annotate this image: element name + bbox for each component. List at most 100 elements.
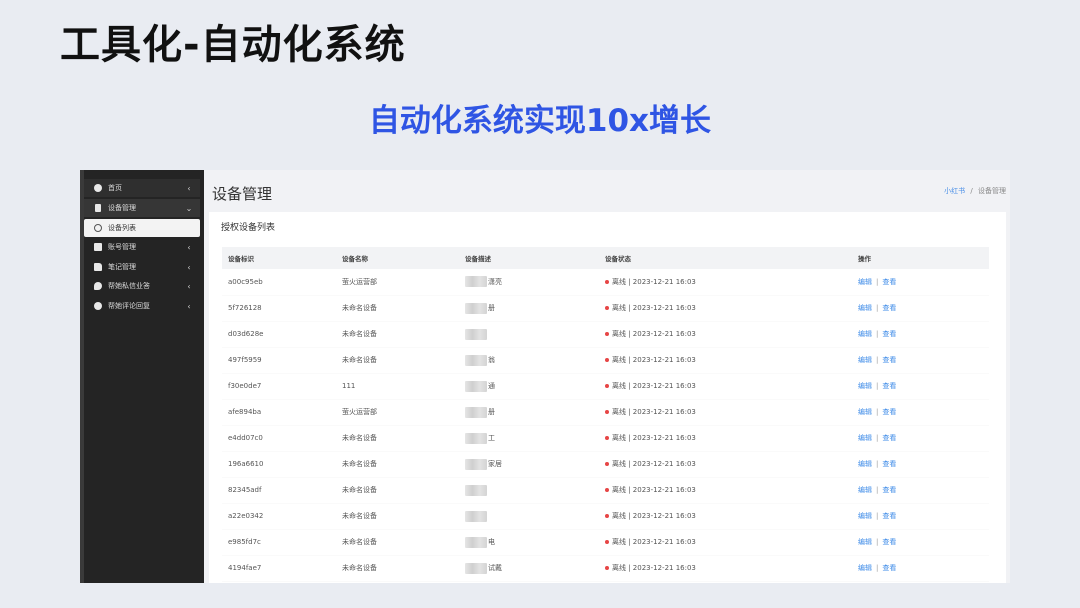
- device-desc-text: 翁: [488, 356, 495, 364]
- status-text: 离线 | 2023-12-21 16:03: [612, 460, 696, 468]
- status-dot-icon: [605, 358, 609, 362]
- column-header-device-status: 设备状态: [599, 247, 852, 269]
- action-separator: |: [876, 330, 879, 338]
- cell-device-name: 未命名设备: [336, 451, 459, 478]
- cell-device-name: 未命名设备: [336, 477, 459, 504]
- sidebar-item-home[interactable]: 首页 ‹: [84, 179, 200, 197]
- sidebar-item-account-management[interactable]: 账号管理 ‹: [84, 238, 200, 256]
- view-link[interactable]: 查看: [882, 304, 896, 312]
- table-row: 4194fae7 未命名设备 试戴 离线 | 2023-12-21 16:03 编辑 | 查…: [222, 555, 989, 582]
- cell-device-id: 5f726128: [222, 295, 336, 322]
- edit-link[interactable]: 编辑: [858, 564, 872, 572]
- status-text: 离线 | 2023-12-21 16:03: [612, 356, 696, 364]
- breadcrumb: 小红书 / 设备管理: [944, 186, 1006, 196]
- sidebar-item-device-list[interactable]: 设备列表: [84, 219, 200, 237]
- sidebar-item-note-management[interactable]: 笔记管理 ‹: [84, 258, 200, 276]
- view-link[interactable]: 查看: [882, 434, 896, 442]
- cell-device-desc: [459, 503, 599, 530]
- chevron-left-icon: ‹: [187, 183, 191, 193]
- table-row: a22e0342 未命名设备 离线 | 2023-12-21 16:03 编辑 | 查看: [222, 503, 989, 530]
- view-link[interactable]: 查看: [882, 460, 896, 468]
- edit-link[interactable]: 编辑: [858, 538, 872, 546]
- cell-device-status: 离线 | 2023-12-21 16:03: [599, 321, 852, 348]
- cell-actions: 编辑 | 查看: [852, 555, 989, 582]
- view-link[interactable]: 查看: [882, 512, 896, 520]
- view-link[interactable]: 查看: [882, 538, 896, 546]
- cell-device-name: 未命名设备: [336, 529, 459, 556]
- sidebar-item-private-message[interactable]: 帮她私信业答 ‹: [84, 277, 200, 295]
- cell-device-status: 离线 | 2023-12-21 16:03: [599, 269, 852, 296]
- cell-device-desc: 册: [459, 295, 599, 322]
- account-icon: [94, 243, 102, 251]
- cell-actions: 编辑 | 查看: [852, 503, 989, 530]
- sidebar-item-label: 帮她评论回复: [108, 302, 150, 310]
- status-dot-icon: [605, 436, 609, 440]
- status-text: 离线 | 2023-12-21 16:03: [612, 512, 696, 520]
- view-link[interactable]: 查看: [882, 330, 896, 338]
- cell-device-desc: 家居: [459, 451, 599, 478]
- edit-link[interactable]: 编辑: [858, 356, 872, 364]
- edit-link[interactable]: 编辑: [858, 304, 872, 312]
- edit-link[interactable]: 编辑: [858, 434, 872, 442]
- chevron-left-icon: ‹: [187, 242, 191, 252]
- view-link[interactable]: 查看: [882, 278, 896, 286]
- cell-actions: 编辑 | 查看: [852, 451, 989, 478]
- column-header-device-desc: 设备描述: [459, 247, 599, 269]
- cell-device-id: a00c95eb: [222, 269, 336, 296]
- status-dot-icon: [605, 410, 609, 414]
- cell-device-desc: 翁: [459, 347, 599, 374]
- cell-device-id: 196a6610: [222, 451, 336, 478]
- sidebar-item-device-management[interactable]: 设备管理 ⌄: [84, 199, 200, 217]
- status-dot-icon: [605, 566, 609, 570]
- edit-link[interactable]: 编辑: [858, 512, 872, 520]
- edit-link[interactable]: 编辑: [858, 408, 872, 416]
- action-separator: |: [876, 460, 879, 468]
- sidebar-item-comment-reply[interactable]: 帮她评论回复 ‹: [84, 297, 200, 315]
- edit-link[interactable]: 编辑: [858, 382, 872, 390]
- table-row: 5f726128 未命名设备 册 离线 | 2023-12-21 16:03 编辑 | 查看: [222, 295, 989, 322]
- sidebar-item-label: 设备管理: [108, 204, 136, 212]
- cell-device-status: 离线 | 2023-12-21 16:03: [599, 373, 852, 400]
- cell-actions: 编辑 | 查看: [852, 347, 989, 374]
- device-desc-text: 试戴: [488, 564, 502, 572]
- sidebar: 首页 ‹ 设备管理 ⌄ 设备列表 账号管理 ‹ 笔记管理 ‹ 帮她私信业答 ‹: [80, 170, 204, 583]
- status-text: 离线 | 2023-12-21 16:03: [612, 408, 696, 416]
- breadcrumb-home-link[interactable]: 小红书: [944, 187, 965, 195]
- action-separator: |: [876, 408, 879, 416]
- view-link[interactable]: 查看: [882, 564, 896, 572]
- sidebar-item-label: 笔记管理: [108, 263, 136, 271]
- cell-device-name: 未命名设备: [336, 425, 459, 452]
- action-separator: |: [876, 538, 879, 546]
- view-link[interactable]: 查看: [882, 408, 896, 416]
- status-dot-icon: [605, 540, 609, 544]
- chevron-left-icon: ‹: [187, 262, 191, 272]
- view-link[interactable]: 查看: [882, 382, 896, 390]
- cell-device-name: 未命名设备: [336, 503, 459, 530]
- cell-device-id: a22e0342: [222, 503, 336, 530]
- blurred-text: [465, 302, 487, 314]
- cell-device-name: 未命名设备: [336, 295, 459, 322]
- edit-link[interactable]: 编辑: [858, 330, 872, 338]
- blurred-text: [465, 458, 487, 470]
- cell-device-status: 离线 | 2023-12-21 16:03: [599, 425, 852, 452]
- cell-device-id: e4dd07c0: [222, 425, 336, 452]
- cell-device-id: e985fd7c: [222, 529, 336, 556]
- action-separator: |: [876, 434, 879, 442]
- page-title: 设备管理: [212, 185, 273, 203]
- status-text: 离线 | 2023-12-21 16:03: [612, 564, 696, 572]
- chevron-down-icon: ⌄: [185, 203, 193, 213]
- card-title: 授权设备列表: [221, 223, 276, 233]
- view-link[interactable]: 查看: [882, 356, 896, 364]
- cell-device-status: 离线 | 2023-12-21 16:03: [599, 347, 852, 374]
- table-row: f30e0de7 111 通 离线 | 2023-12-21 16:03 编辑 | 查看: [222, 373, 989, 400]
- blurred-text: [465, 484, 487, 496]
- cell-device-status: 离线 | 2023-12-21 16:03: [599, 451, 852, 478]
- edit-link[interactable]: 编辑: [858, 460, 872, 468]
- device-icon: [95, 204, 101, 212]
- table-row: afe894ba 萤火运营部 册 离线 | 2023-12-21 16:03 编辑 | 查看: [222, 399, 989, 426]
- view-link[interactable]: 查看: [882, 486, 896, 494]
- edit-link[interactable]: 编辑: [858, 486, 872, 494]
- cell-device-desc: 试戴: [459, 555, 599, 582]
- column-header-actions: 操作: [852, 247, 989, 269]
- edit-link[interactable]: 编辑: [858, 278, 872, 286]
